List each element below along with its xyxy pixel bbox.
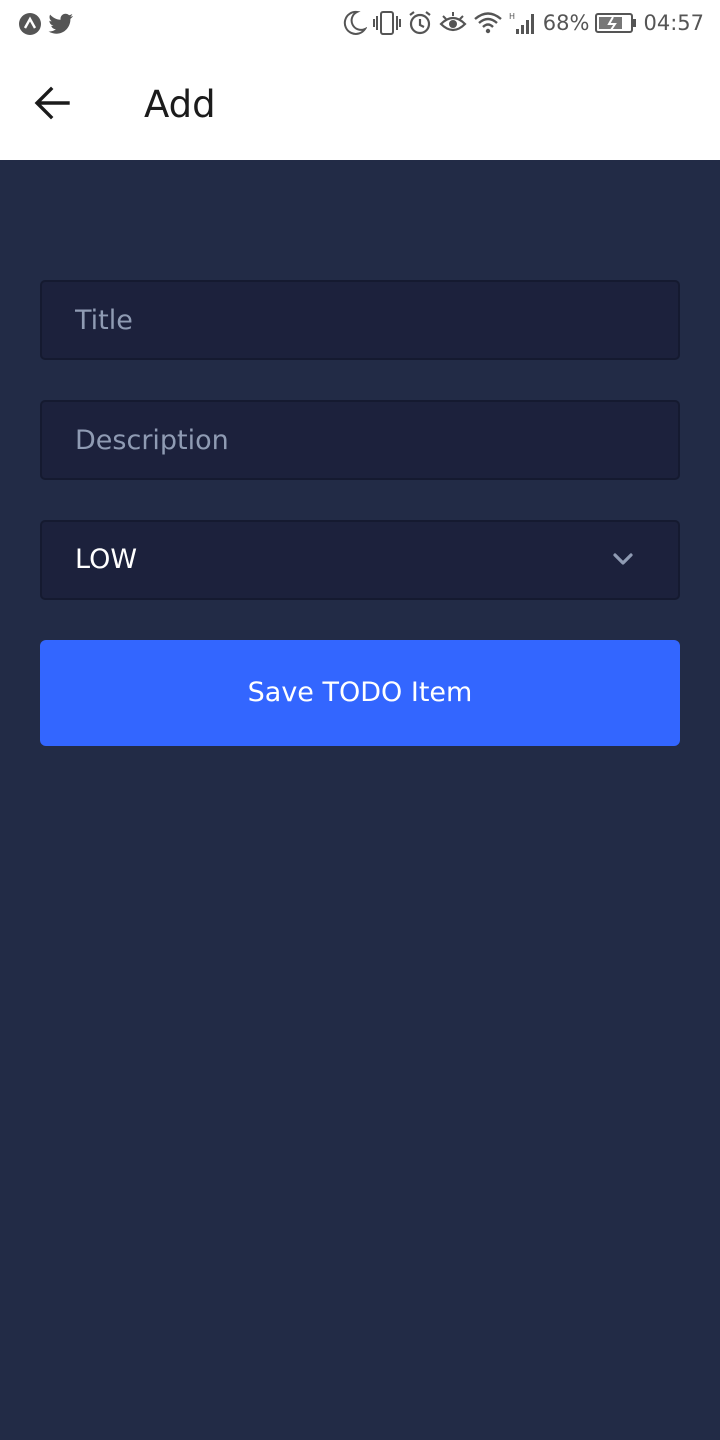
- description-field: [40, 400, 680, 480]
- page-title: Add: [144, 83, 216, 126]
- save-todo-button[interactable]: Save TODO Item: [40, 640, 680, 746]
- status-left: [18, 12, 74, 36]
- priority-select[interactable]: LOW: [40, 520, 680, 600]
- status-time: 04:57: [643, 11, 704, 35]
- battery-charging-icon: [595, 12, 637, 34]
- back-button[interactable]: [22, 75, 82, 135]
- alarm-icon: [407, 10, 433, 36]
- chevron-down-icon: [612, 551, 634, 571]
- status-bar: H 68% 04:57: [0, 0, 720, 50]
- app-bar: Add: [0, 50, 720, 160]
- battery-percent: 68%: [542, 11, 590, 35]
- svg-text:H: H: [509, 12, 515, 21]
- description-input[interactable]: [42, 402, 678, 478]
- status-right: H 68% 04:57: [343, 10, 704, 36]
- moon-icon: [343, 10, 367, 36]
- eye-icon: [439, 12, 467, 34]
- vibrate-icon: [372, 10, 401, 36]
- signal-icon: H: [509, 11, 537, 35]
- title-field: [40, 280, 680, 360]
- title-input[interactable]: [42, 282, 678, 358]
- priority-select-value: LOW: [75, 544, 138, 575]
- app-a-icon: [18, 12, 42, 36]
- wifi-icon: [473, 11, 503, 35]
- arrow-left-icon: [34, 86, 70, 124]
- twitter-icon: [48, 13, 74, 35]
